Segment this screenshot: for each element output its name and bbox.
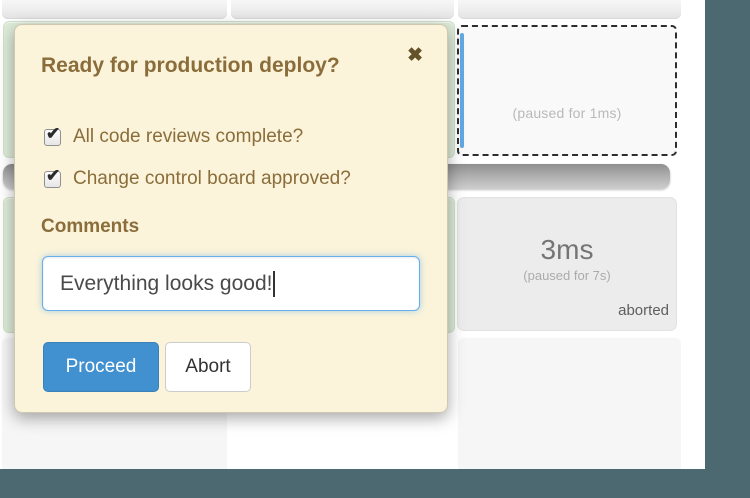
checklist-item-code-reviews: ✔ All code reviews complete? [44, 125, 303, 149]
frame-right-band [705, 0, 750, 498]
code-reviews-checkbox[interactable]: ✔ [44, 129, 61, 146]
checkbox-label: Change control board approved? [73, 168, 351, 190]
stage-column-header-1 [2, 0, 227, 19]
dialog-title: Ready for production deploy? [41, 54, 340, 78]
comments-input-value: Everything looks good! [60, 272, 272, 296]
stage-progress-accent [460, 33, 464, 148]
comments-label: Comments [41, 216, 139, 238]
aborted-stage-cell: 3ms (paused for 7s) aborted [457, 197, 677, 331]
paused-note: (paused for 1ms) [512, 105, 621, 121]
frame-bottom-band [0, 469, 750, 498]
empty-stage-cell-right [458, 337, 681, 469]
stage-duration-label: 3ms [541, 235, 594, 265]
check-icon: ✔ [46, 124, 60, 144]
pending-stage-cell: (paused for 1ms) [457, 25, 677, 156]
paused-note: (paused for 7s) [523, 268, 610, 283]
stage-column-header-2 [231, 0, 454, 19]
close-icon[interactable]: ✖ [407, 45, 423, 67]
text-caret [273, 271, 275, 297]
pipeline-stage-view: (paused for 1ms) 3ms (paused for 7s) abo… [0, 0, 750, 498]
checklist-item-change-control: ✔ Change control board approved? [44, 167, 351, 191]
change-control-checkbox[interactable]: ✔ [44, 171, 61, 188]
proceed-button[interactable]: Proceed [43, 342, 159, 392]
comments-input[interactable]: Everything looks good! [42, 256, 420, 311]
deploy-input-dialog: Ready for production deploy? ✖ ✔ All cod… [14, 24, 448, 413]
stage-column-header-3 [458, 0, 681, 19]
stage-status-label: aborted [618, 302, 669, 319]
checkbox-label: All code reviews complete? [73, 126, 303, 148]
abort-button[interactable]: Abort [165, 342, 251, 392]
check-icon: ✔ [46, 166, 60, 186]
